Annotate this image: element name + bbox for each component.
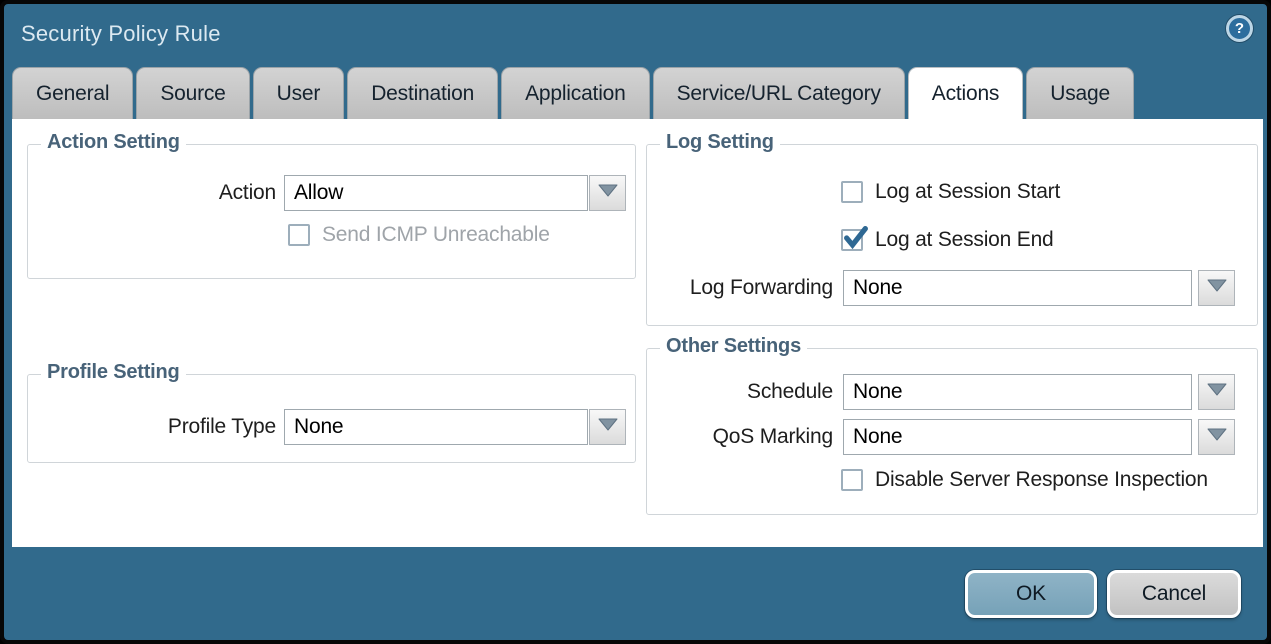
cancel-button[interactable]: Cancel [1107, 570, 1241, 618]
tab-source[interactable]: Source [136, 67, 249, 119]
tab-application[interactable]: Application [501, 67, 650, 119]
qos-marking-dropdown-button[interactable] [1198, 419, 1235, 455]
log-forwarding-dropdown-button[interactable] [1198, 270, 1235, 306]
profile-type-dropdown-value[interactable]: None [284, 409, 588, 445]
log-session-end-label: Log at Session End [875, 228, 1054, 252]
profile-setting-legend: Profile Setting [41, 361, 186, 384]
send-icmp-checkbox [288, 224, 310, 246]
action-label: Action [72, 175, 276, 211]
checkmark-icon [842, 224, 870, 257]
security-policy-rule-dialog: Security Policy Rule ? General Source Us… [0, 0, 1271, 644]
disable-server-response-inspection-label: Disable Server Response Inspection [875, 468, 1208, 492]
schedule-label: Schedule [629, 374, 833, 410]
other-settings-legend: Other Settings [660, 335, 807, 358]
action-setting-legend: Action Setting [41, 131, 186, 154]
tab-bar: General Source User Destination Applicat… [12, 67, 1134, 119]
tab-service-url-category[interactable]: Service/URL Category [653, 67, 905, 119]
log-session-end-checkbox[interactable] [841, 229, 863, 251]
tab-user[interactable]: User [253, 67, 345, 119]
tab-general[interactable]: General [12, 67, 133, 119]
tab-destination[interactable]: Destination [347, 67, 498, 119]
schedule-dropdown-button[interactable] [1198, 374, 1235, 410]
qos-marking-label: QoS Marking [629, 419, 833, 455]
qos-marking-dropdown-value[interactable]: None [843, 419, 1192, 455]
dialog-title: Security Policy Rule [21, 21, 221, 47]
disable-server-response-inspection-checkbox[interactable] [841, 469, 863, 491]
tab-usage[interactable]: Usage [1026, 67, 1134, 119]
chevron-down-icon [1206, 278, 1228, 298]
schedule-dropdown-value[interactable]: None [843, 374, 1192, 410]
chevron-down-icon [1206, 382, 1228, 402]
action-dropdown-value[interactable]: Allow [284, 175, 588, 211]
action-setting-group: Action Setting [27, 144, 636, 279]
chevron-down-icon [1206, 427, 1228, 447]
log-forwarding-label: Log Forwarding [629, 270, 833, 306]
chevron-down-icon [597, 183, 619, 203]
tab-actions[interactable]: Actions [908, 67, 1023, 119]
action-dropdown-button[interactable] [589, 175, 626, 211]
chevron-down-icon [597, 417, 619, 437]
help-icon[interactable]: ? [1226, 15, 1253, 42]
log-setting-legend: Log Setting [660, 131, 780, 154]
log-forwarding-dropdown-value[interactable]: None [843, 270, 1192, 306]
tab-content-actions: Action Setting Action Allow Send ICMP Un… [12, 119, 1263, 547]
profile-type-label: Profile Type [72, 409, 276, 445]
log-session-start-checkbox[interactable] [841, 181, 863, 203]
ok-button[interactable]: OK [965, 570, 1097, 618]
profile-type-dropdown-button[interactable] [589, 409, 626, 445]
log-session-start-label: Log at Session Start [875, 180, 1060, 204]
send-icmp-label: Send ICMP Unreachable [322, 223, 550, 247]
